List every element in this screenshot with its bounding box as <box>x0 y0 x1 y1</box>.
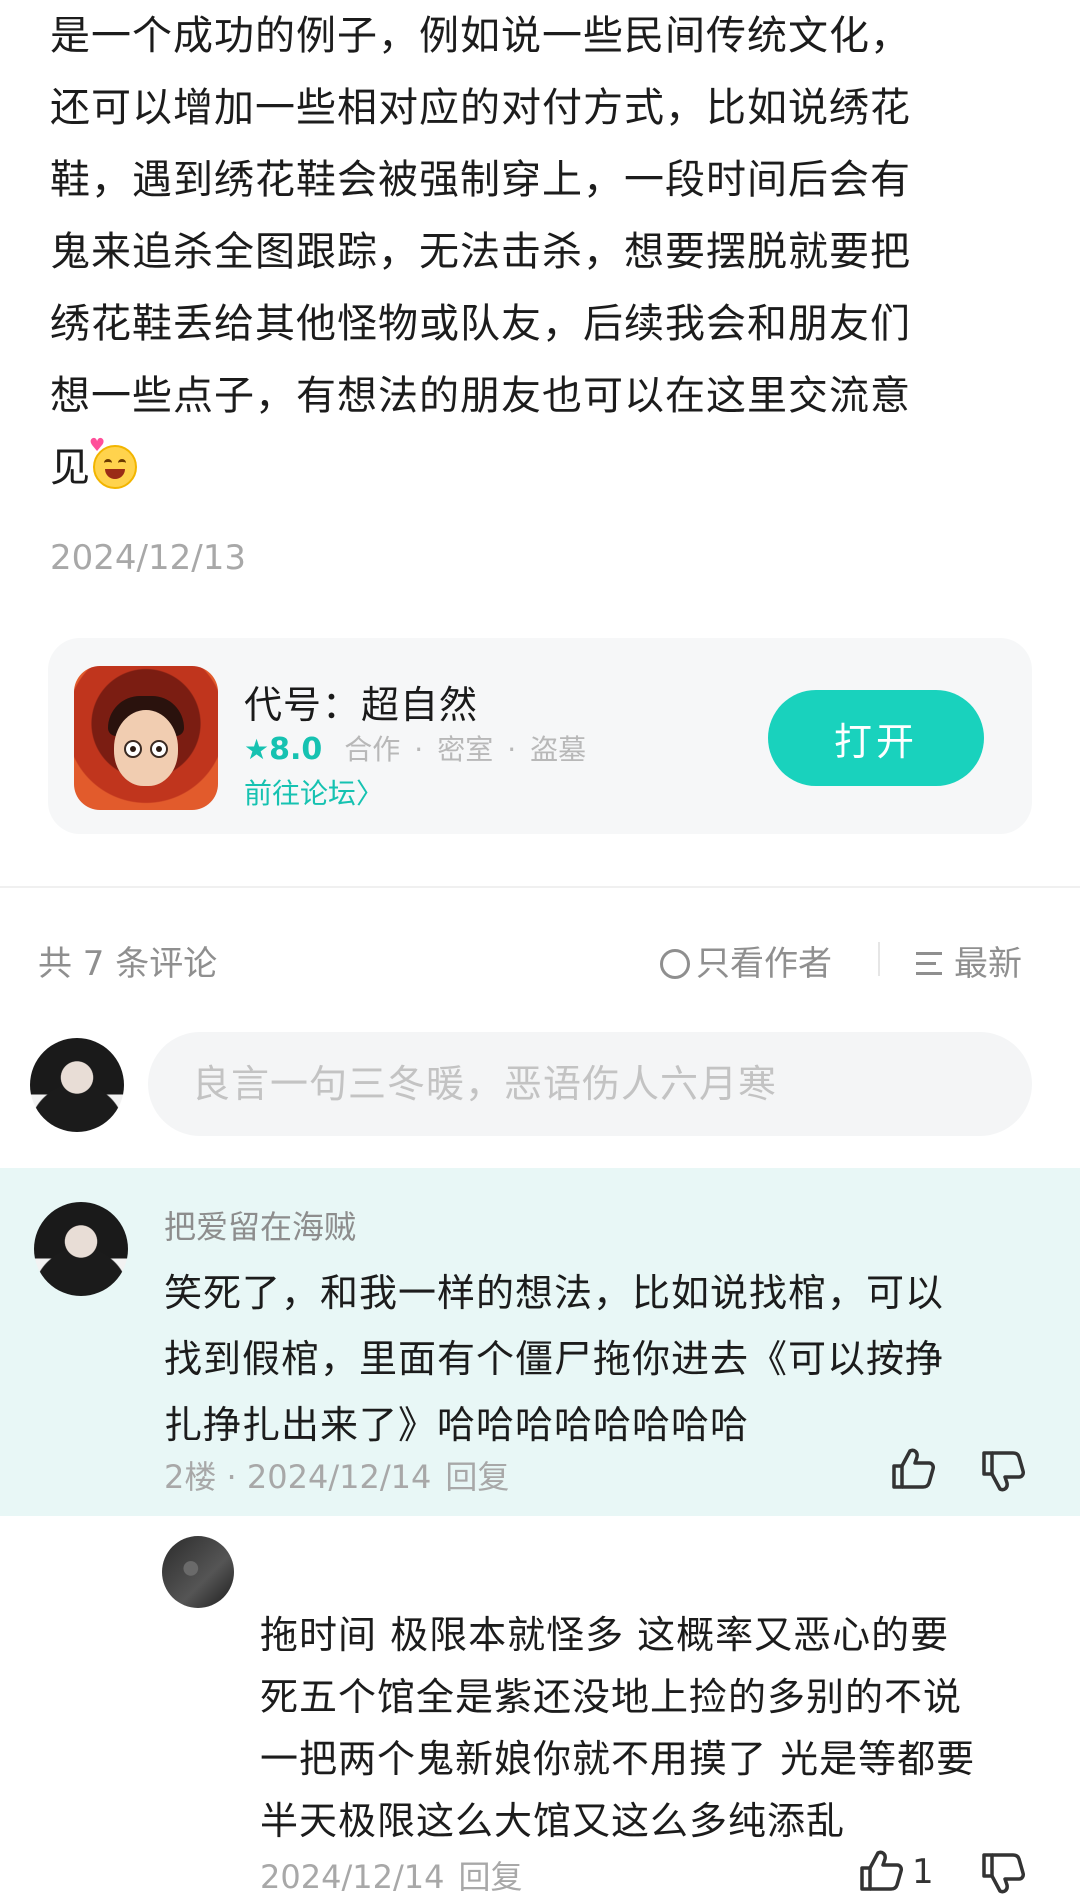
reply-button[interactable]: 回复 <box>445 1458 509 1496</box>
forum-link[interactable]: 前往论坛〉 <box>244 772 384 812</box>
post-line-text: 见 <box>50 445 91 491</box>
forum-link-label: 前往论坛 <box>244 777 357 810</box>
star-icon: ★ <box>244 733 270 766</box>
post-line: 想一些点子，有想法的朋友也可以在这里交流意 <box>50 373 911 419</box>
like-count: 1 <box>912 1852 934 1892</box>
thumbs-down-icon[interactable] <box>980 1852 1026 1896</box>
comments-toolbar: 共 7 条评论 只看作者 最新 <box>38 930 1038 986</box>
smiling-face-with-hearts-icon: ♥ <box>89 437 137 489</box>
reply-text[interactable]: 拖时间 极限本就怪多 这概率又恶心的要 死五个馆全是紫还没地上捡的多别的不说 一… <box>260 1604 1040 1852</box>
post-line-last: 见 ♥ <box>50 432 1010 504</box>
post-line: 鬼来追杀全图跟踪，无法击杀，想要摆脱就要把 <box>50 229 911 275</box>
comment-item: 把爱留在海贼 笑死了，和我一样的想法，比如说找棺，可以 找到假棺，里面有个僵尸拖… <box>0 1168 1080 1516</box>
post-body: 是一个成功的例子，例如说一些民间传统文化， 还可以增加一些相对应的对付方式，比如… <box>50 0 1010 504</box>
game-icon[interactable] <box>74 666 218 810</box>
post-line: 绣花鞋丢给其他怪物或队友，后续我会和朋友们 <box>50 301 911 347</box>
game-meta: ★8.0 合作 · 密室 · 盗墓 <box>244 728 586 768</box>
game-rating: 8.0 <box>269 732 323 767</box>
reply-line: 死五个馆全是紫还没地上捡的多别的不说 <box>260 1675 963 1719</box>
game-tag: 合作 <box>344 733 401 766</box>
comment-line: 笑死了，和我一样的想法，比如说找棺，可以 <box>164 1271 945 1315</box>
avatar[interactable] <box>162 1536 234 1608</box>
comment-text[interactable]: 笑死了，和我一样的想法，比如说找棺，可以 找到假棺，里面有个僵尸拖你进去《可以按… <box>164 1260 1024 1458</box>
tag-separator: · <box>507 733 517 766</box>
post-date: 2024/12/13 <box>50 538 246 578</box>
post-line: 还可以增加一些相对应的对付方式，比如说绣花 <box>50 85 911 131</box>
post-line: 鞋，遇到绣花鞋会被强制穿上，一段时间后会有 <box>50 157 911 203</box>
reply-button[interactable]: 回复 <box>458 1858 522 1896</box>
game-card[interactable]: 代号：超自然 ★8.0 合作 · 密室 · 盗墓 前往论坛〉 打开 <box>48 638 1032 834</box>
thumbs-up-icon[interactable] <box>858 1848 904 1892</box>
radio-circle-icon <box>660 949 690 979</box>
avatar[interactable] <box>34 1202 128 1296</box>
comment-input[interactable]: 良言一句三冬暖，恶语伤人六月寒 <box>148 1032 1032 1136</box>
author-only-label: 只看作者 <box>696 944 832 984</box>
reply-date: 2024/12/14 <box>260 1858 445 1896</box>
comment-username[interactable]: 把爱留在海贼 <box>164 1202 356 1248</box>
post-line: 是一个成功的例子，例如说一些民间传统文化， <box>50 13 911 59</box>
game-tag: 密室 <box>437 733 494 766</box>
sort-icon <box>916 950 946 978</box>
comment-count: 共 7 条评论 <box>38 944 218 984</box>
toolbar-divider <box>878 942 880 976</box>
author-only-toggle[interactable]: 只看作者 <box>660 936 832 985</box>
my-avatar <box>30 1038 124 1132</box>
tag-separator: · <box>414 733 424 766</box>
comment-line: 找到假棺，里面有个僵尸拖你进去《可以按挣 <box>164 1337 945 1381</box>
game-tag: 盗墓 <box>530 733 587 766</box>
comment-meta: 2楼 · 2024/12/14 回复 <box>164 1452 509 1498</box>
section-divider <box>0 886 1080 888</box>
comment-floor-date: 2楼 · 2024/12/14 <box>164 1458 432 1496</box>
reply-item: 拖时间 极限本就怪多 这概率又恶心的要 死五个馆全是紫还没地上捡的多别的不说 一… <box>0 1516 1080 1896</box>
chevron-right-icon: 〉 <box>356 777 385 810</box>
sort-label: 最新 <box>954 944 1022 984</box>
reply-line: 一把两个鬼新娘你就不用摸了 光是等都要 <box>260 1737 976 1781</box>
reply-meta: 2024/12/14 回复 <box>260 1852 522 1898</box>
reply-line: 半天极限这么大馆又这么多纯添乱 <box>260 1799 846 1843</box>
open-button[interactable]: 打开 <box>768 690 984 786</box>
thumbs-up-icon[interactable] <box>890 1446 936 1490</box>
reply-line: 拖时间 极限本就怪多 这概率又恶心的要 <box>260 1613 950 1657</box>
sort-button[interactable]: 最新 <box>916 936 1022 985</box>
game-title[interactable]: 代号：超自然 <box>244 674 478 729</box>
thumbs-down-icon[interactable] <box>980 1450 1026 1494</box>
